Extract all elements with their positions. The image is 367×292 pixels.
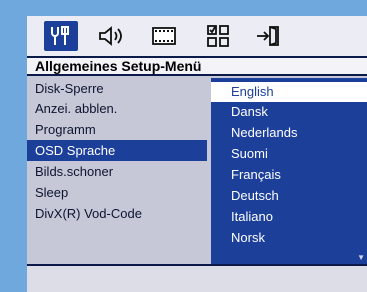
language-option-english[interactable]: English [211,82,367,102]
language-option-suomi[interactable]: Suomi [211,144,367,164]
tab-general-setup[interactable] [44,21,78,51]
status-bar [27,264,367,292]
language-option-nederlands[interactable]: Nederlands [211,123,367,143]
language-option-dansk[interactable]: Dansk [211,102,367,122]
language-option-italiano[interactable]: Italiano [211,207,367,227]
tab-exit[interactable] [251,21,287,51]
language-option-deutsch[interactable]: Deutsch [211,186,367,206]
scroll-down-icon[interactable]: ▼ [357,253,365,262]
tab-audio-setup[interactable] [93,21,129,51]
tab-video-setup[interactable] [147,21,181,51]
language-option-norsk[interactable]: Norsk [211,228,367,248]
menu-item-sleep[interactable]: Sleep [27,182,207,203]
menu-item-screen-saver[interactable]: Bilds.schoner [27,161,207,182]
grid-preferences-icon [207,25,229,47]
menu-item-program[interactable]: Programm [27,119,207,140]
film-video-icon [152,27,176,45]
title-bar: Allgemeines Setup-Menü [27,56,367,76]
exit-door-icon [257,26,279,46]
menu-item-display-dim[interactable]: Anzei. abblen. [27,98,207,119]
menu-item-osd-language[interactable]: OSD Sprache [27,140,207,161]
setup-tools-icon [51,26,69,45]
setup-menu-window: Allgemeines Setup-Menü Disk-Sperre Anzei… [27,16,367,292]
speaker-audio-icon [99,26,122,46]
tab-preferences[interactable] [201,21,235,51]
page-title: Allgemeines Setup-Menü [35,58,202,74]
icon-tab-bar [27,16,367,56]
language-option-francais[interactable]: Français [211,165,367,185]
menu-item-disk-lock[interactable]: Disk-Sperre [27,78,207,99]
language-options-panel: English Dansk Nederlands Suomi Français … [211,78,367,264]
menu-item-divx-vod-code[interactable]: DivX(R) Vod-Code [27,203,207,224]
